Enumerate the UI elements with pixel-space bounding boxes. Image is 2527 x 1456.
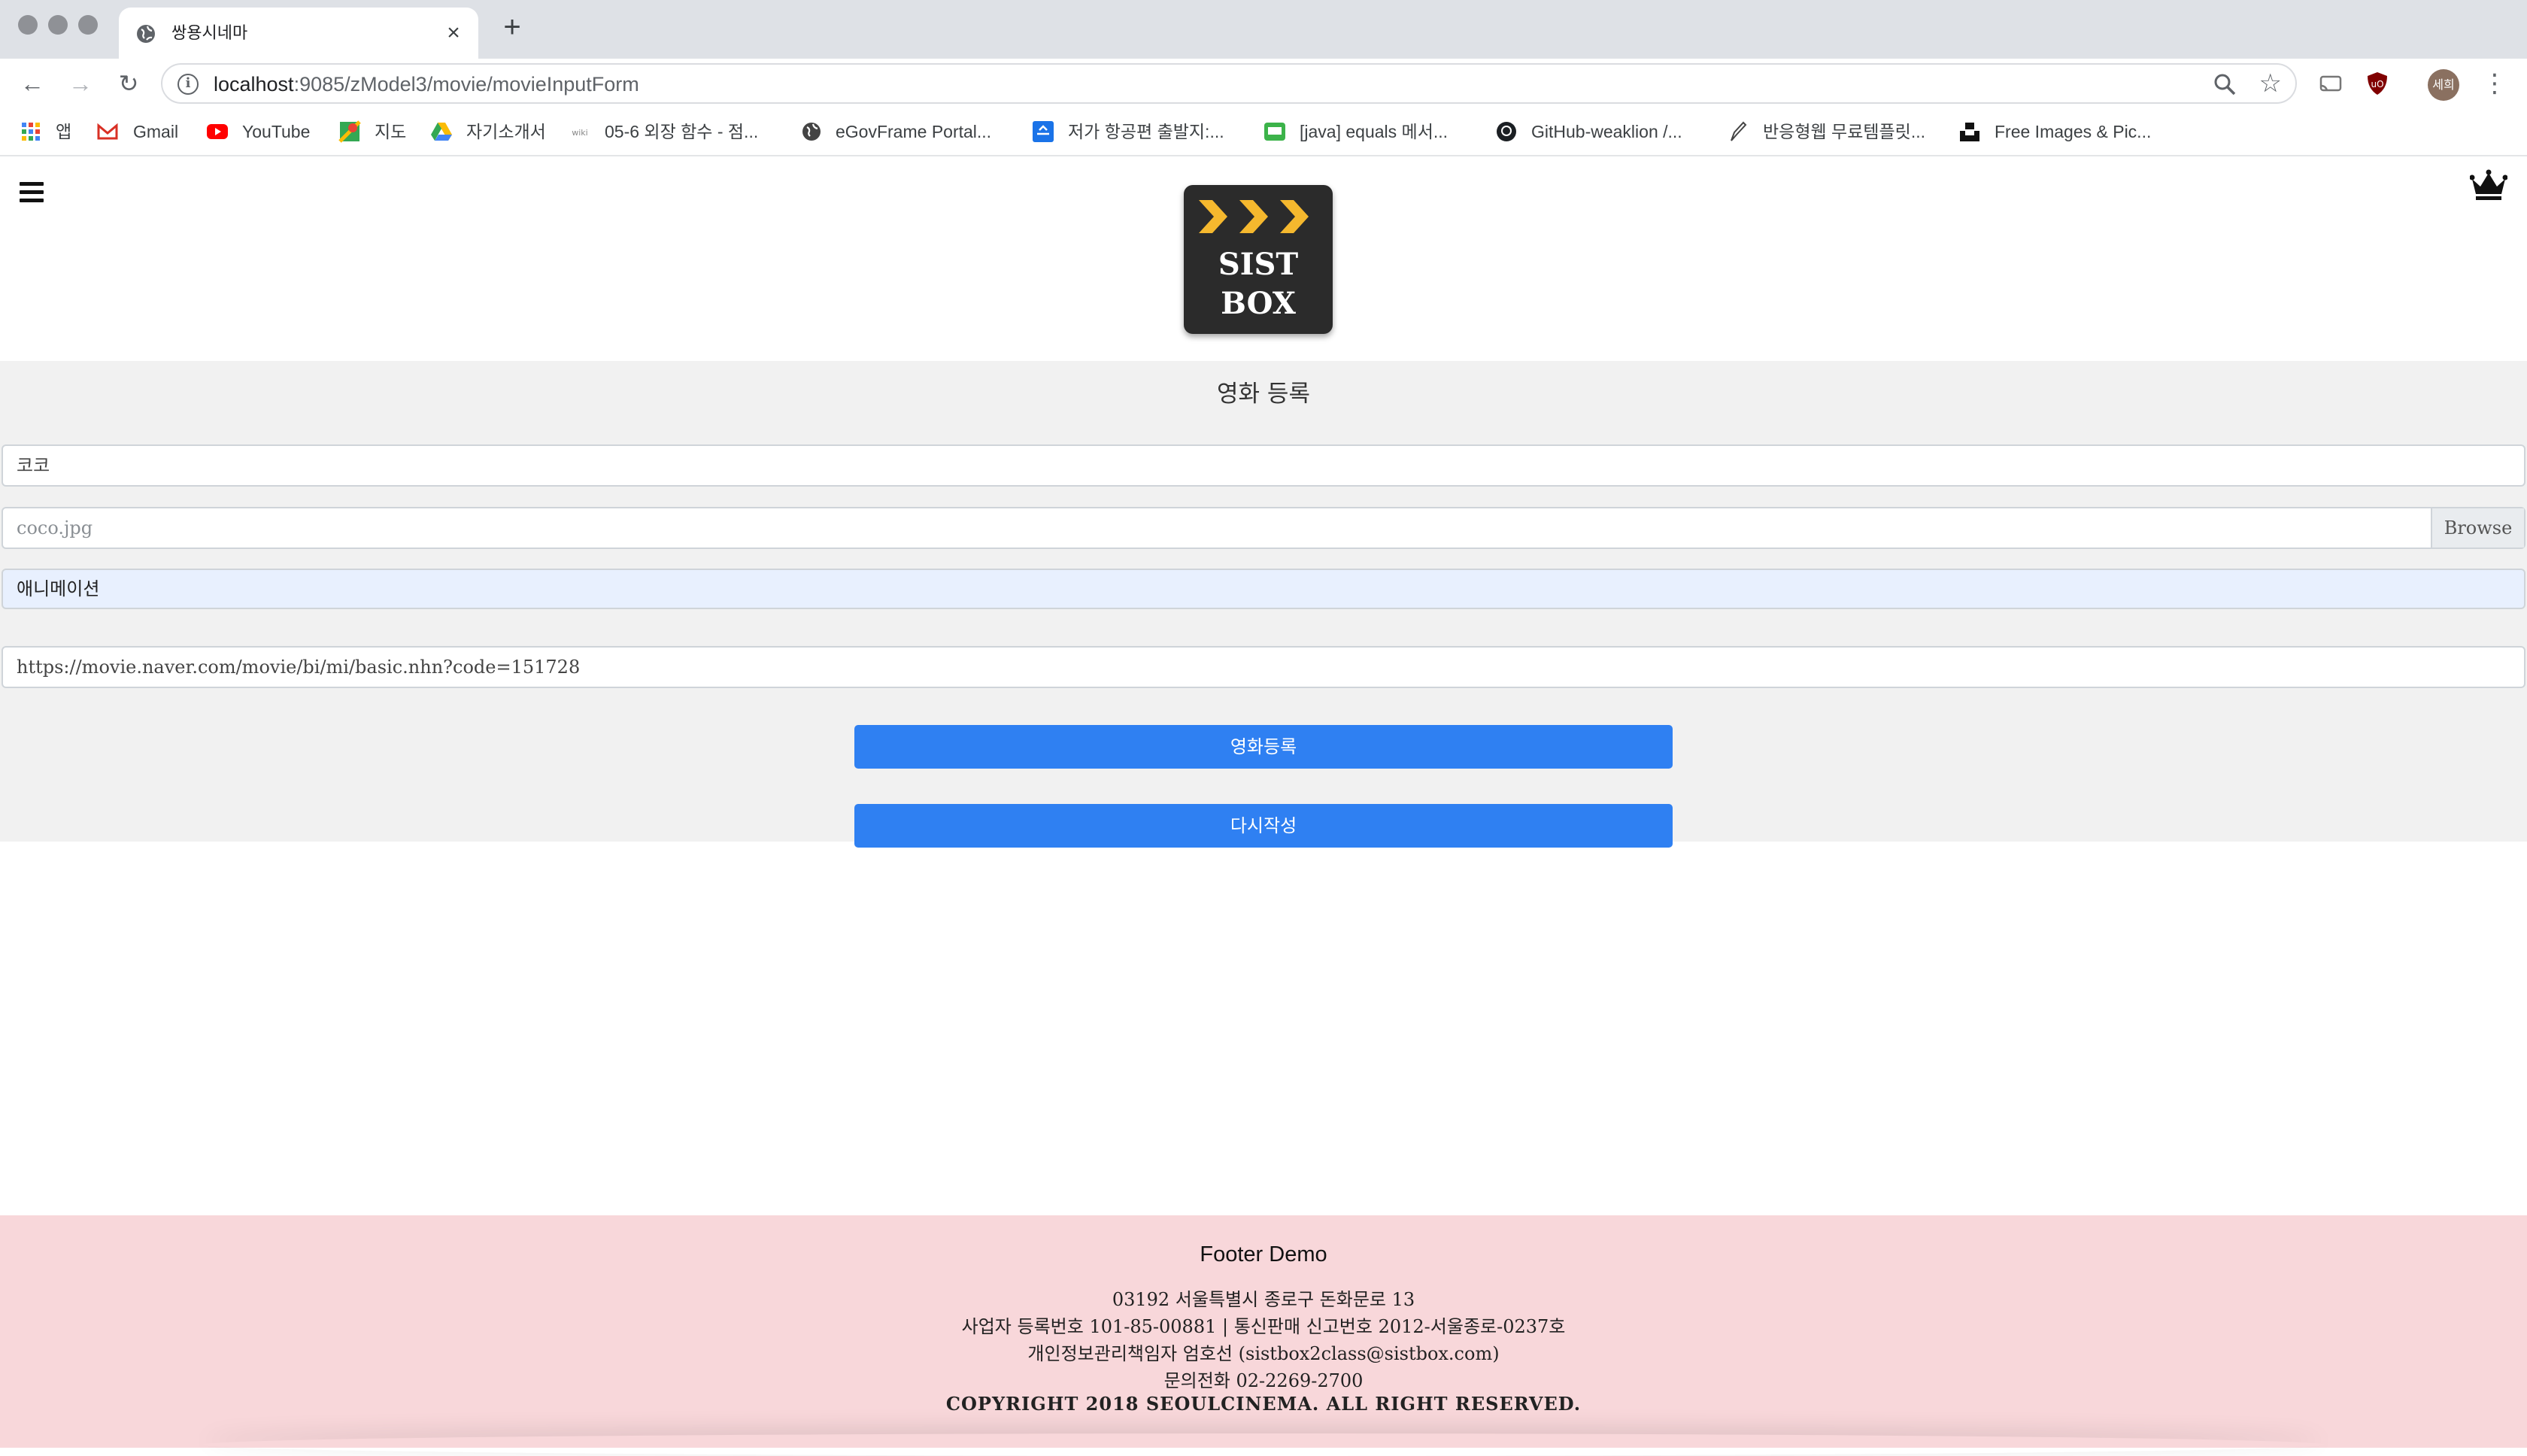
- site-info-icon[interactable]: i: [177, 74, 199, 95]
- footer-address: 03192 서울특별시 종로구 돈화문로 13: [1112, 1289, 1415, 1310]
- footer-privacy-officer: 개인정보관리책임자 엄호선 (sistbox2class@sistbox.com…: [1027, 1343, 1500, 1364]
- reload-icon[interactable]: ↻: [111, 66, 146, 101]
- footer-shadow: [203, 1433, 2324, 1456]
- bookmark-apps[interactable]: 앱: [56, 108, 71, 155]
- bookmark-wikidocs[interactable]: 05-6 외장 함수 - 점...: [605, 108, 758, 155]
- maps-icon: [338, 120, 361, 143]
- logo-text-line2: BOX: [1221, 286, 1296, 321]
- sistbox-logo[interactable]: SIST BOX: [1184, 185, 1333, 334]
- address-url[interactable]: localhost:9085/zModel3/movie/movieInputF…: [214, 65, 639, 104]
- new-tab-plus-icon[interactable]: +: [498, 12, 526, 42]
- logo-text-line1: SIST: [1218, 247, 1299, 282]
- unsplash-icon: [1960, 123, 1979, 141]
- bookmark-flights[interactable]: 저가 항공편 출발지:...: [1068, 108, 1224, 155]
- more-menu-icon[interactable]: ⋮: [2482, 68, 2507, 99]
- gmail-icon: [97, 123, 118, 140]
- footer-title: Footer Demo: [1200, 1242, 1327, 1266]
- tab-title: 쌍용시네마: [171, 23, 248, 42]
- movie-input-form: 영화 등록 코코 coco.jpg Browse 애니메이션 https://m…: [0, 361, 2527, 848]
- svg-text:uO: uO: [2371, 79, 2383, 89]
- ublock-shield-icon[interactable]: uO: [2365, 71, 2390, 96]
- footer-phone: 문의전화 02-2269-2700: [1163, 1370, 1364, 1391]
- crown-icon[interactable]: [2470, 168, 2507, 202]
- window-close-control[interactable]: [18, 15, 38, 35]
- movie-link-input[interactable]: https://movie.naver.com/movie/bi/mi/basi…: [2, 646, 2525, 688]
- bookmark-gmail[interactable]: Gmail: [133, 108, 178, 155]
- bookmark-star-icon[interactable]: ☆: [2259, 68, 2282, 99]
- poster-file-placeholder: coco.jpg: [17, 517, 93, 538]
- browser-tab-strip: 쌍용시네마 × +: [0, 0, 2527, 59]
- cast-extension-icon[interactable]: [2318, 71, 2343, 96]
- globe-icon: [802, 123, 821, 141]
- register-movie-button[interactable]: 영화등록: [854, 725, 1673, 769]
- reset-form-button[interactable]: 다시작성: [854, 804, 1673, 848]
- zoom-magnifier-icon[interactable]: [2213, 72, 2237, 96]
- bookmark-youtube[interactable]: YouTube: [242, 108, 310, 155]
- hamburger-menu-icon[interactable]: [20, 182, 44, 203]
- close-icon[interactable]: ×: [442, 22, 465, 44]
- footer-copyright: COPYRIGHT 2018 SEOULCINEMA. ALL RIGHT RE…: [945, 1393, 1582, 1415]
- chevron-arrows-icon: [1199, 200, 1309, 233]
- window-zoom-control[interactable]: [78, 15, 98, 35]
- form-title: 영화 등록: [1217, 381, 1310, 408]
- site-footer: Footer Demo 03192 서울특별시 종로구 돈화문로 13 사업자 …: [0, 1215, 2527, 1448]
- back-arrow-icon[interactable]: ←: [15, 66, 50, 101]
- google-drive-icon: [431, 123, 452, 141]
- window-minimize-control[interactable]: [48, 15, 68, 35]
- github-icon: [1497, 122, 1516, 141]
- pen-icon: [1731, 121, 1747, 141]
- bookmark-github[interactable]: GitHub-weaklion /...: [1531, 108, 1682, 155]
- apps-grid-icon: [22, 123, 40, 141]
- browser-tab-active[interactable]: 쌍용시네마 ×: [119, 8, 478, 59]
- bookmark-templates[interactable]: 반응형웹 무료템플릿...: [1763, 108, 1925, 155]
- bookmark-java-equals[interactable]: [java] equals 메서...: [1300, 108, 1448, 155]
- bookmark-resume[interactable]: 자기소개서: [466, 108, 546, 155]
- profile-avatar[interactable]: 세희: [2428, 69, 2459, 101]
- movie-title-input[interactable]: 코코: [2, 444, 2525, 487]
- flight-deal-icon: [1033, 121, 1054, 142]
- bookmark-egovframe[interactable]: eGovFrame Portal...: [836, 108, 991, 155]
- poster-file-input[interactable]: coco.jpg Browse: [2, 507, 2525, 549]
- browse-button[interactable]: Browse: [2431, 508, 2524, 548]
- genre-select[interactable]: 애니메이션: [2, 569, 2525, 609]
- wikidocs-icon: wiki: [572, 128, 587, 138]
- youtube-icon: [207, 124, 228, 139]
- svg-text:wiki: wiki: [572, 128, 587, 138]
- bookmark-free-images[interactable]: Free Images & Pic...: [1995, 108, 2151, 155]
- footer-business-info: 사업자 등록번호 101-85-00881 | 통신판매 신고번호 2012-서…: [961, 1316, 1566, 1337]
- browser-toolbar: ← → ↻ i localhost:9085/zModel3/movie/mov…: [0, 59, 2527, 108]
- blog-icon: [1264, 123, 1285, 141]
- forward-arrow-icon[interactable]: →: [63, 66, 98, 101]
- globe-icon: [137, 25, 155, 43]
- bookmarks-bar: 앱 Gmail YouTube 지도 자기소개서 wiki 05-6 외장 함수…: [0, 108, 2527, 156]
- bookmark-maps[interactable]: 지도: [375, 108, 406, 155]
- address-bar[interactable]: i localhost:9085/zModel3/movie/movieInpu…: [161, 63, 2297, 104]
- site-header: SIST BOX: [0, 158, 2527, 361]
